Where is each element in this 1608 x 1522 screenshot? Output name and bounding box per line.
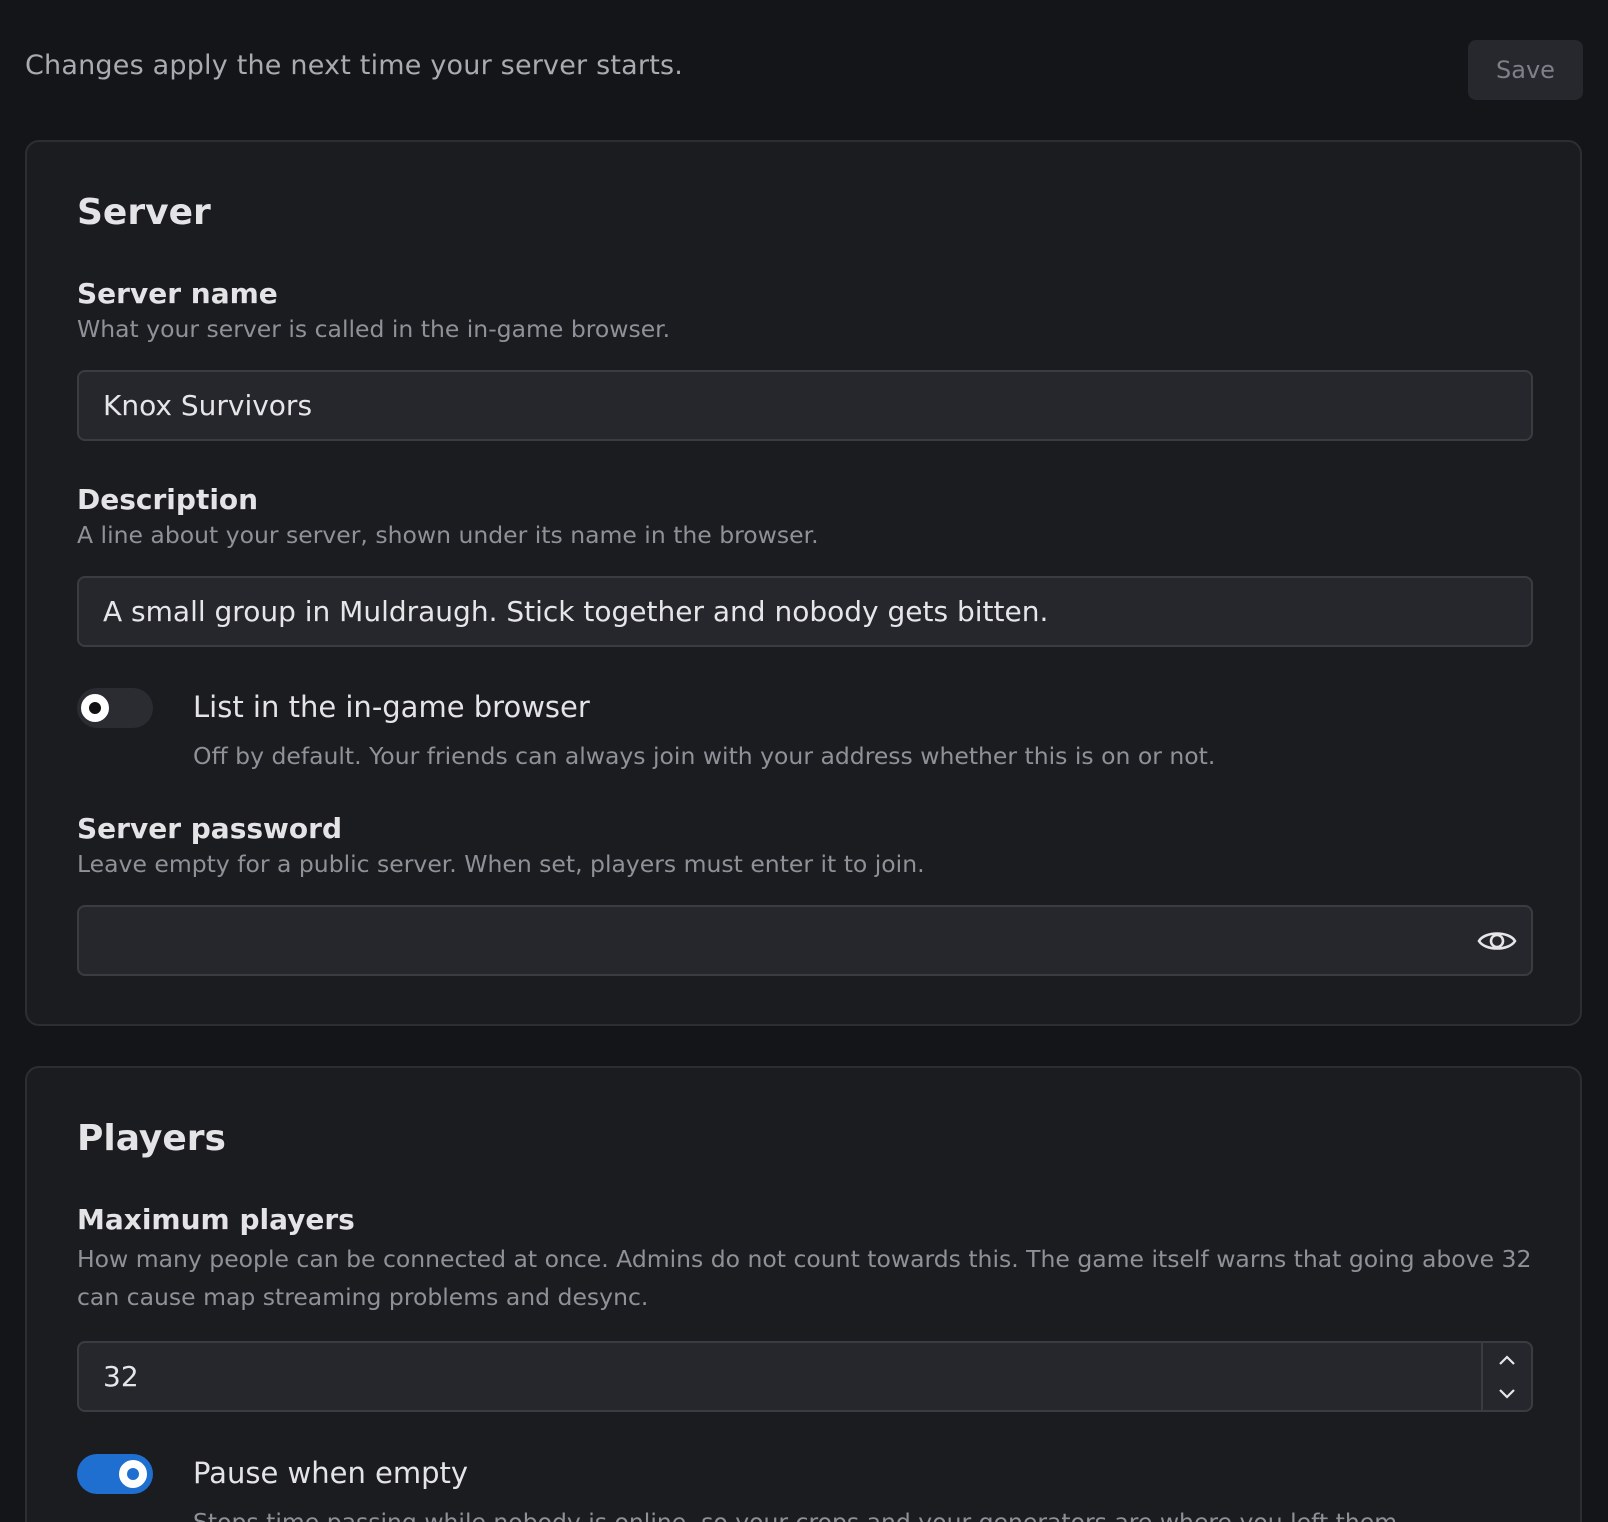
server-password-input[interactable] — [77, 905, 1533, 976]
chevron-down-icon[interactable] — [1483, 1377, 1531, 1410]
pause-when-empty-help: Stops time passing while nobody is onlin… — [193, 1508, 1405, 1522]
description-label: Description — [77, 483, 259, 516]
toggle-knob — [119, 1460, 147, 1488]
restart-notice: Changes apply the next time your server … — [25, 50, 684, 81]
description-input[interactable]: A small group in Muldraugh. Stick togeth… — [77, 576, 1533, 647]
description-help: A line about your server, shown under it… — [77, 521, 819, 549]
server-name-help: What your server is called in the in-gam… — [77, 315, 671, 343]
list-in-browser-help: Off by default. Your friends can always … — [193, 742, 1216, 770]
settings-page: Changes apply the next time your server … — [0, 0, 1608, 1522]
list-in-browser-label: List in the in-game browser — [193, 690, 590, 724]
max-players-help: How many people can be connected at once… — [77, 1245, 1532, 1311]
eye-icon[interactable] — [1477, 923, 1517, 959]
quantity-stepper — [1481, 1343, 1531, 1410]
chevron-up-icon[interactable] — [1483, 1343, 1531, 1376]
save-button[interactable]: Save — [1468, 40, 1583, 100]
pause-when-empty-label: Pause when empty — [193, 1456, 469, 1490]
top-bar: Changes apply the next time your server … — [0, 0, 1608, 110]
server-password-label: Server password — [77, 812, 342, 845]
players-settings-card: Players Maximum players How many people … — [25, 1066, 1582, 1522]
pause-when-empty-toggle[interactable] — [77, 1454, 153, 1494]
section-title-server: Server — [77, 192, 211, 233]
server-name-label: Server name — [77, 277, 278, 310]
server-name-input[interactable]: Knox Survivors — [77, 370, 1533, 441]
server-name-value: Knox Survivors — [103, 389, 313, 422]
toggle-knob — [81, 694, 109, 722]
server-settings-card: Server Server name What your server is c… — [25, 140, 1582, 1026]
description-value: A small group in Muldraugh. Stick togeth… — [103, 595, 1049, 628]
max-players-value: 32 — [103, 1360, 139, 1393]
max-players-label: Maximum players — [77, 1203, 355, 1236]
max-players-input[interactable]: 32 — [77, 1341, 1533, 1412]
list-in-browser-toggle[interactable] — [77, 688, 153, 728]
server-password-help: Leave empty for a public server. When se… — [77, 850, 925, 878]
section-title-players: Players — [77, 1118, 226, 1159]
